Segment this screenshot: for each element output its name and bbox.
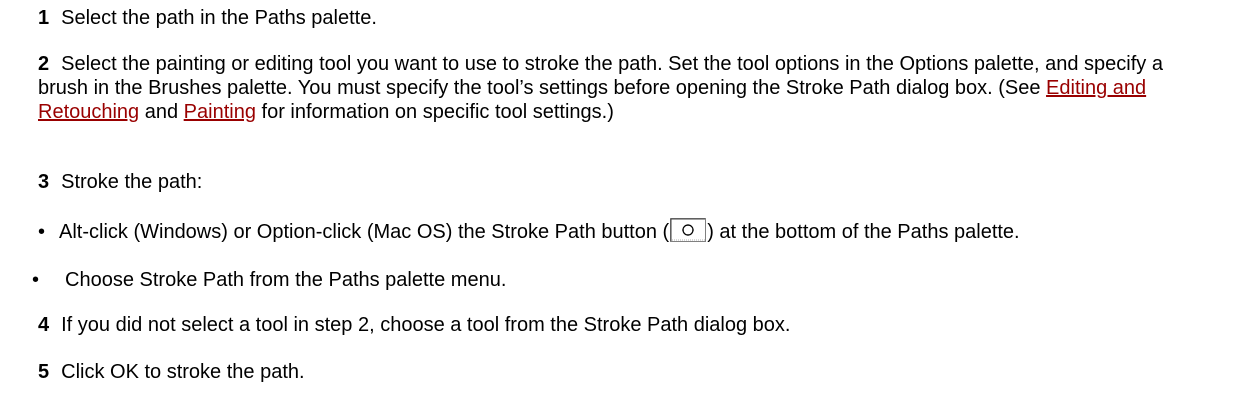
bullet-item: • Choose Stroke Path from the Paths palet…: [32, 268, 1212, 292]
bullet-item: • Alt-click (Windows) or Option-click (Ma…: [38, 218, 1218, 244]
step-text: Click OK to stroke the path.: [61, 361, 305, 383]
step-5: 5 Click OK to stroke the path.: [38, 360, 1218, 384]
step-2: 2 Select the painting or editing tool you…: [38, 52, 1218, 124]
step-text: Stroke the path:: [61, 171, 203, 193]
step-number: 2: [38, 53, 50, 75]
step-text-connector: and: [139, 101, 184, 123]
step-text: If you did not select a tool in step 2, …: [61, 314, 791, 336]
step-4: 4 If you did not select a tool in step 2,…: [38, 313, 1218, 337]
step-text-tail: for information on specific tool setting…: [255, 101, 614, 123]
step-number: 3: [38, 171, 50, 193]
bullet-marker: •: [32, 269, 40, 291]
stroke-path-button-icon: [670, 218, 707, 242]
bullet-text: Alt-click (Windows) or Option-click (Mac…: [59, 221, 670, 243]
step-1: 1 Select the path in the Paths palette.: [38, 6, 1218, 30]
step-3: 3 Stroke the path:: [38, 170, 1218, 194]
step-number: 4: [38, 314, 50, 336]
step-number: 1: [38, 7, 50, 29]
bullet-text-tail: ) at the bottom of the Paths palette.: [707, 221, 1020, 243]
step-number: 5: [38, 361, 50, 383]
painting-link[interactable]: Painting: [184, 101, 256, 123]
step-text: Select the path in the Paths palette.: [61, 7, 377, 29]
step-text: Select the painting or editing tool you …: [38, 53, 1163, 99]
bullet-text: Choose Stroke Path from the Paths palett…: [65, 269, 507, 291]
bullet-marker: •: [38, 221, 46, 243]
